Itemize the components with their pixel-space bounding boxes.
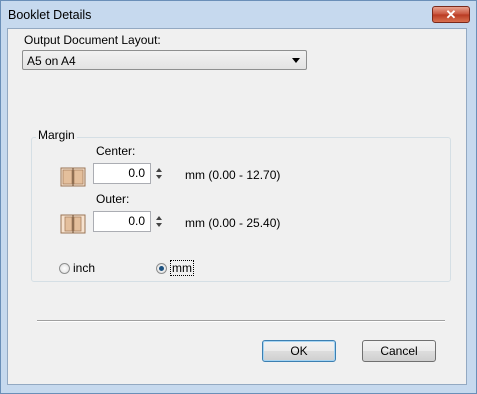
inch-radio[interactable] bbox=[59, 263, 70, 274]
ok-button[interactable]: OK bbox=[262, 340, 336, 362]
title-bar[interactable]: Booklet Details ✕ bbox=[1, 1, 476, 29]
outer-margin-input[interactable]: 0.0 bbox=[93, 211, 151, 232]
center-range-label: mm (0.00 - 12.70) bbox=[185, 168, 281, 182]
dialog-title: Booklet Details bbox=[8, 8, 92, 22]
margin-legend: Margin bbox=[36, 128, 77, 142]
mm-radio-label[interactable]: mm bbox=[170, 260, 194, 276]
outer-range-label: mm (0.00 - 25.40) bbox=[185, 216, 281, 230]
separator bbox=[37, 320, 445, 322]
center-label: Center: bbox=[96, 144, 136, 158]
output-layout-value: A5 on A4 bbox=[27, 54, 76, 68]
spin-down-icon bbox=[156, 223, 162, 227]
cancel-button[interactable]: Cancel bbox=[362, 340, 436, 362]
outer-margin-spinner[interactable] bbox=[154, 211, 164, 232]
spin-up-icon bbox=[156, 216, 162, 220]
booklet-center-icon bbox=[60, 167, 86, 187]
close-button[interactable]: ✕ bbox=[432, 6, 470, 23]
center-margin-spinner[interactable] bbox=[154, 163, 164, 184]
mm-radio[interactable] bbox=[156, 263, 167, 274]
center-margin-input[interactable]: 0.0 bbox=[93, 163, 151, 184]
output-layout-label: Output Document Layout: bbox=[24, 33, 161, 47]
close-icon: ✕ bbox=[445, 6, 457, 22]
spin-up-icon bbox=[156, 168, 162, 172]
outer-label: Outer: bbox=[96, 192, 130, 206]
inch-radio-label[interactable]: inch bbox=[73, 261, 95, 275]
booklet-outer-icon bbox=[60, 214, 86, 234]
spin-down-icon bbox=[156, 175, 162, 179]
output-layout-dropdown[interactable]: A5 on A4 bbox=[22, 50, 307, 70]
chevron-down-icon bbox=[292, 58, 300, 63]
